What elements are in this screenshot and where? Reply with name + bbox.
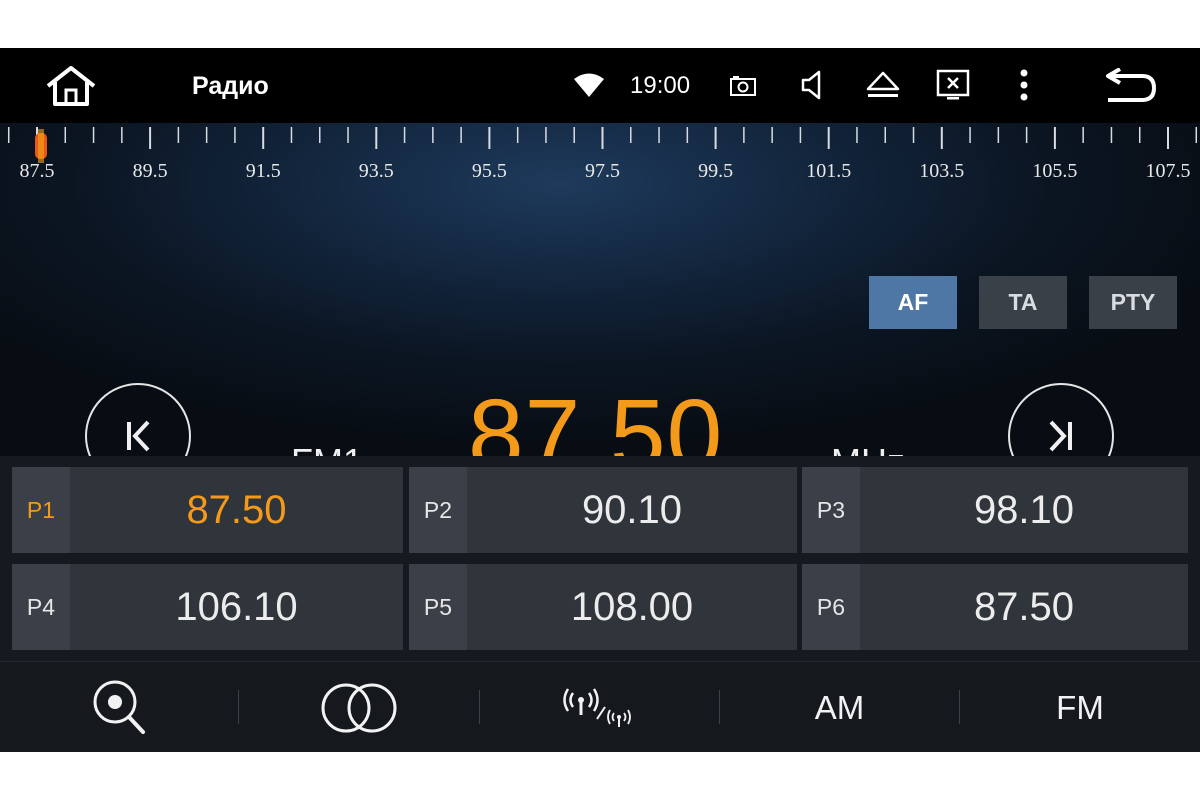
- frequency-scale[interactable]: 87.5 89.5 91.5 93.5 95.5 97.5 99.5 101.5 103.5 10…: [0, 123, 1200, 193]
- page-title: Радио: [192, 71, 269, 100]
- scale-tick-label: 95.5: [471, 160, 507, 182]
- scale-tick-label: 99.5: [698, 160, 734, 182]
- eject-icon[interactable]: [864, 68, 902, 102]
- home-button[interactable]: [40, 62, 102, 110]
- camera-icon[interactable]: [728, 72, 758, 100]
- preset-p3[interactable]: P3 98.10: [802, 467, 1188, 553]
- preset-label: P3: [802, 467, 860, 553]
- preset-grid: P1 87.50 P2 90.10 P3 98.10 P4 106.10 P5 …: [0, 456, 1200, 661]
- preset-frequency: 106.10: [175, 584, 298, 629]
- preset-p2[interactable]: P2 90.10: [409, 467, 797, 553]
- screen-icon[interactable]: [934, 66, 972, 104]
- am-button[interactable]: AM: [720, 662, 959, 752]
- frequency-scale-ticks: [7, 127, 1198, 149]
- scale-tick-label: 91.5: [245, 160, 281, 182]
- bottom-bar: AM FM: [0, 661, 1200, 752]
- radio-app-screen: Радио 19:00 87.5 89.5 91.5 93.5 95.5 97.…: [0, 48, 1200, 752]
- preset-label: P1: [12, 467, 70, 553]
- pty-button[interactable]: PTY: [1089, 276, 1177, 329]
- preset-frequency: 98.10: [973, 487, 1075, 532]
- search-button[interactable]: [0, 662, 238, 752]
- scale-tick-label: 101.5: [806, 160, 852, 182]
- preset-p4[interactable]: P4 106.10: [12, 564, 403, 650]
- seek-next-icon: [1049, 420, 1072, 452]
- clock: 19:00: [630, 72, 691, 99]
- back-icon: [1106, 68, 1157, 102]
- scale-tick-label: 89.5: [132, 160, 168, 182]
- fm-button[interactable]: FM: [960, 662, 1200, 752]
- scale-tick-label: 97.5: [585, 160, 620, 182]
- preset-frequency: 108.00: [570, 584, 694, 629]
- preset-label: P4: [12, 564, 70, 650]
- scale-tick-label: 105.5: [1032, 160, 1078, 182]
- speaker-icon[interactable]: [798, 68, 828, 102]
- preset-frequency: 87.50: [973, 584, 1075, 629]
- antenna-icon: [562, 687, 631, 727]
- af-button[interactable]: AF: [869, 276, 957, 329]
- preset-label: P2: [409, 467, 467, 553]
- preset-frequency: 87.50: [186, 487, 287, 532]
- tuner-panel: 87.5 89.5 91.5 93.5 95.5 97.5 99.5 101.5 103.5 10…: [0, 123, 1200, 489]
- scale-tick-label: 107.5: [1145, 160, 1191, 182]
- preset-label: P5: [409, 564, 467, 650]
- preset-frequency: 90.10: [581, 487, 683, 532]
- stereo-button[interactable]: [239, 662, 479, 752]
- ta-button[interactable]: TA: [979, 276, 1067, 329]
- local-distance-button[interactable]: [480, 662, 719, 752]
- frequency-marker[interactable]: [35, 129, 47, 163]
- menu-icon[interactable]: [1012, 66, 1036, 104]
- back-button[interactable]: [1100, 66, 1160, 106]
- scale-tick-label: 103.5: [919, 160, 965, 182]
- preset-p1[interactable]: P1 87.50: [12, 467, 403, 553]
- preset-label: P6: [802, 564, 860, 650]
- status-bar: Радио 19:00: [0, 48, 1200, 123]
- home-icon: [46, 66, 96, 106]
- scale-tick-label: 87.5: [19, 160, 55, 182]
- preset-p6[interactable]: P6 87.50: [802, 564, 1188, 650]
- stereo-icon: [321, 683, 397, 732]
- search-icon: [93, 680, 145, 734]
- scale-tick-label: 93.5: [358, 160, 394, 182]
- wifi-icon: [572, 70, 606, 100]
- preset-p5[interactable]: P5 108.00: [409, 564, 797, 650]
- seek-previous-icon: [127, 420, 150, 452]
